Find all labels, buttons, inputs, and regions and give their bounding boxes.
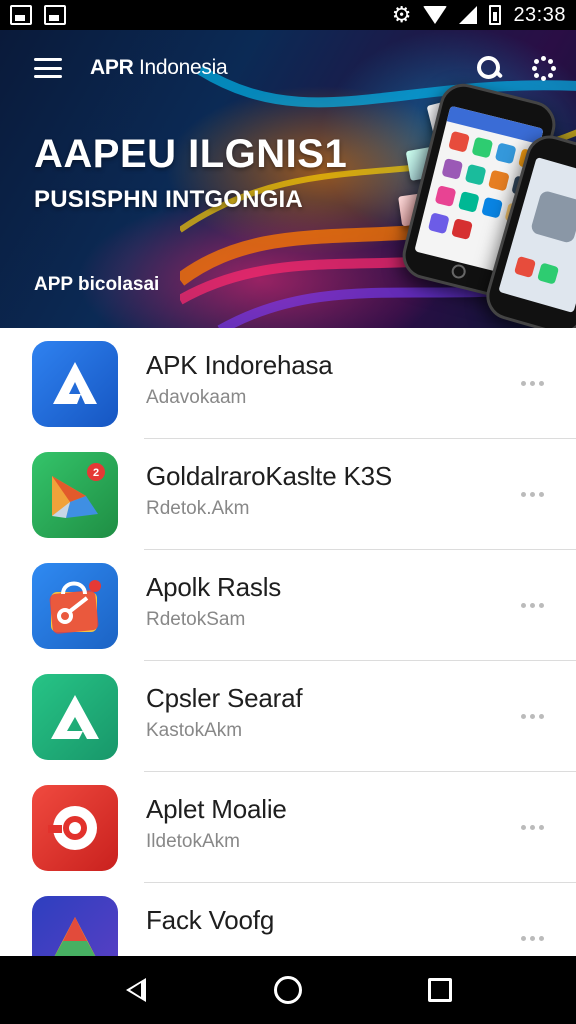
arrow-a-icon (32, 340, 118, 427)
folded-arrow-glyph: 2 (52, 462, 105, 518)
search-icon[interactable] (476, 55, 502, 81)
list-item[interactable]: Cpsler Searaf KastokAkm (0, 661, 576, 772)
recents-button[interactable] (410, 960, 470, 1020)
loading-icon[interactable] (532, 56, 556, 81)
photo-notification-icon (44, 5, 66, 25)
list-item[interactable]: 2 GoldalraroKaslte K3S Rdetok.Akm (0, 439, 576, 550)
app-text: Fack Voofg (146, 905, 274, 942)
app-list: APK Indorehasa Adavokaam 2 GoldalraroKas… (0, 328, 576, 956)
app-name: Apolk Rasls (146, 572, 282, 602)
list-item[interactable]: APK Indorehasa Adavokaam (0, 328, 576, 439)
app-name: Cpsler Searaf (146, 683, 303, 713)
back-icon (126, 978, 146, 1002)
record-icon (32, 784, 118, 871)
app-name: APK Indorehasa (146, 350, 333, 380)
triangle-glyph (54, 916, 96, 956)
app-name: Fack Voofg (146, 905, 275, 935)
folded-arrow-icon: 2 (32, 451, 118, 538)
shopping-bag-glyph (49, 579, 101, 634)
hero-title: AAPEU ILGNIS1 (34, 132, 348, 176)
battery-icon (489, 5, 502, 25)
wifi-icon (423, 6, 448, 24)
topbar-actions (476, 55, 556, 81)
status-left (10, 5, 66, 25)
more-options-icon[interactable] (521, 713, 544, 719)
list-item[interactable]: Fack Voofg (0, 883, 576, 956)
svg-text:2: 2 (93, 467, 99, 479)
signal-icon (459, 6, 478, 24)
app-subtitle: Adavokaam (146, 387, 247, 408)
clock: 23:38 (513, 3, 566, 26)
arrow-a-icon (32, 673, 118, 760)
more-options-icon[interactable] (521, 824, 544, 830)
image-notification-icon (10, 5, 32, 25)
app-text: APK Indorehasa Adavokaam (146, 350, 333, 409)
app-title: APR Indonesia (90, 56, 228, 80)
arrow-a-glyph (53, 361, 97, 404)
app-subtitle: IldetokAkm (146, 831, 240, 852)
more-options-icon[interactable] (521, 935, 544, 941)
settings-status-icon: ⚙ (391, 2, 412, 27)
more-options-icon[interactable] (521, 380, 544, 386)
arrow-a-glyph (51, 694, 99, 739)
hero-banner: APR Indonesia AAPEU ILGNIS1 PUSISPHN INT… (0, 30, 576, 328)
triangle-icon (32, 895, 118, 956)
app-name: GoldalraroKaslte K3S (146, 461, 393, 491)
hero-subtitle: PUSISPHN INTGONGIA (34, 186, 303, 213)
recents-icon (428, 978, 452, 1002)
home-icon (274, 976, 302, 1004)
list-item[interactable]: Aplet Moalie IldetokAkm (0, 772, 576, 883)
system-nav-bar (0, 956, 576, 1024)
more-options-icon[interactable] (521, 602, 544, 608)
app-name: Aplet Moalie (146, 794, 287, 824)
app-text: Apolk Rasls RdetokSam (146, 572, 281, 631)
hamburger-menu-icon[interactable] (34, 58, 62, 78)
record-glyph (48, 805, 97, 850)
app-subtitle: KastokAkm (146, 720, 243, 741)
back-button[interactable] (106, 960, 166, 1020)
home-button[interactable] (258, 960, 318, 1020)
app-text: Aplet Moalie IldetokAkm (146, 794, 287, 853)
app-text: Cpsler Searaf KastokAkm (146, 683, 303, 742)
status-right: ⚙ 23:38 (392, 4, 566, 27)
app-subtitle: RdetokSam (146, 609, 246, 630)
status-bar: ⚙ 23:38 (0, 0, 576, 30)
app-title-rest: Indonesia (133, 56, 228, 79)
shopping-bag-icon (32, 562, 118, 649)
hero-caption: APP bicolasai (34, 274, 160, 295)
list-item[interactable]: Apolk Rasls RdetokSam (0, 550, 576, 661)
app-title-bold: APR (90, 56, 134, 79)
app-text: GoldalraroKaslte K3S Rdetok.Akm (146, 461, 392, 520)
more-options-icon[interactable] (521, 491, 544, 497)
app-subtitle: Rdetok.Akm (146, 498, 250, 519)
